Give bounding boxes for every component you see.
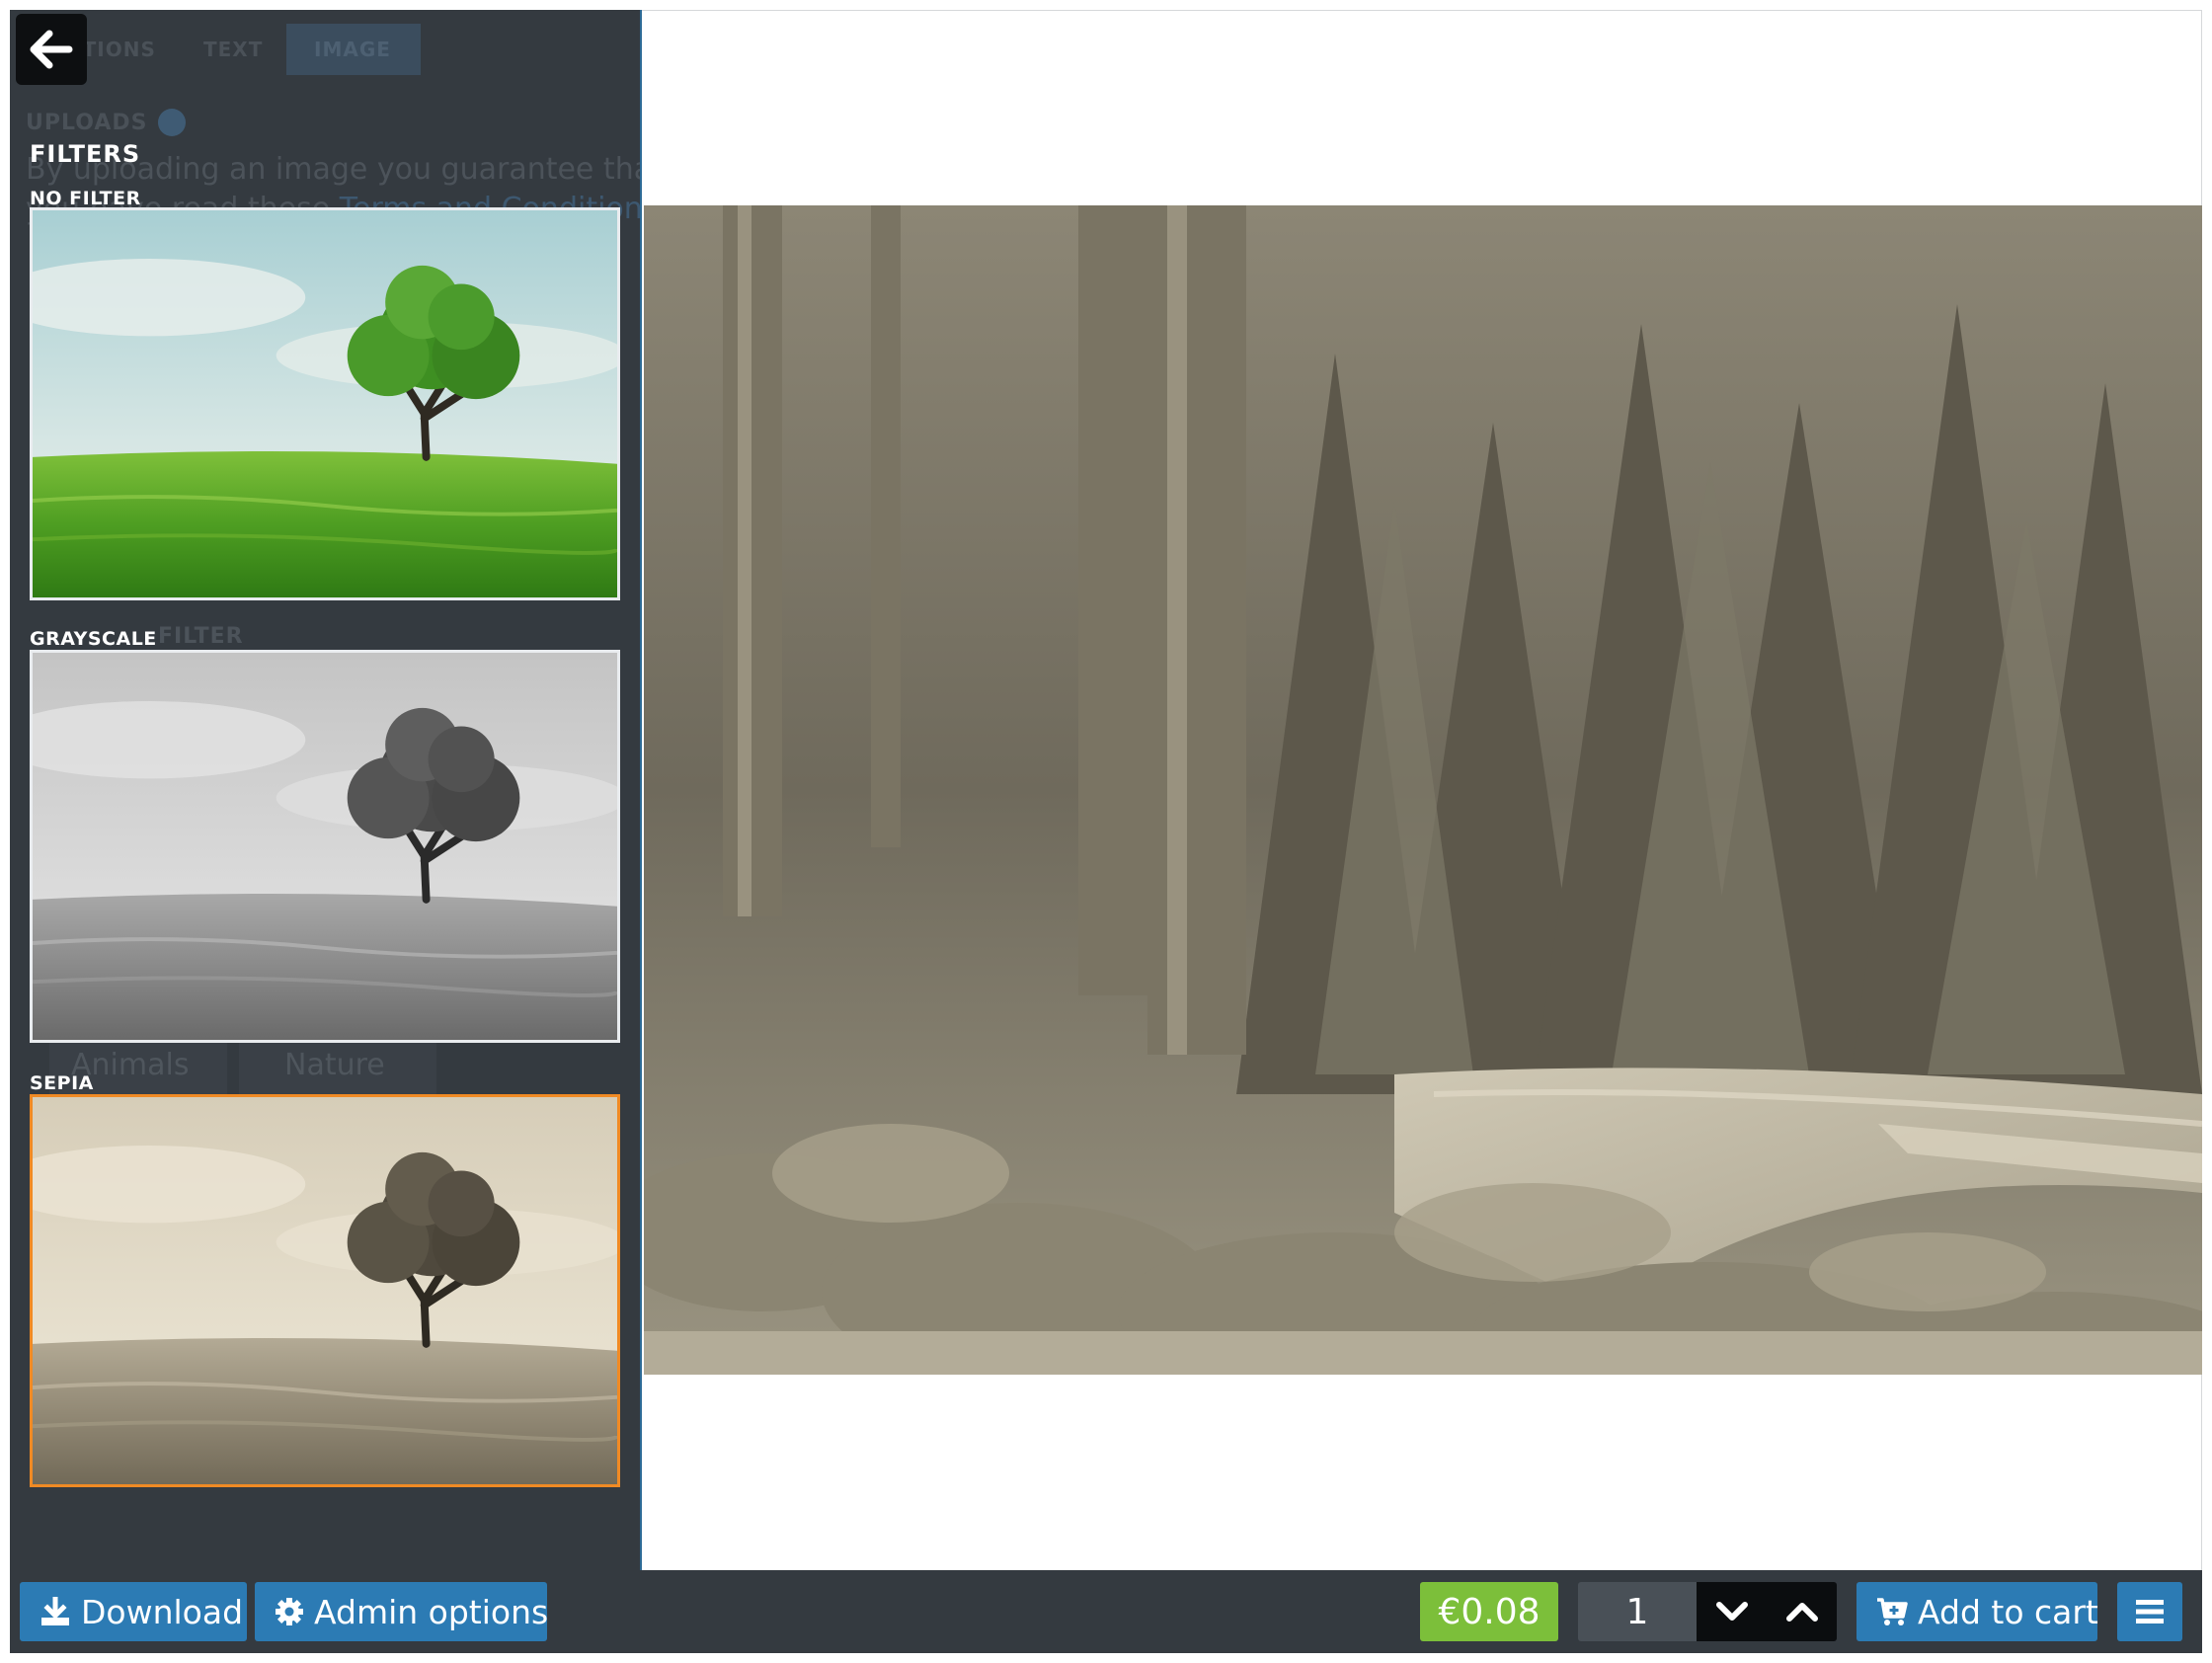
tree-thumbnail-grayscale: [33, 653, 617, 1040]
background-uploads-heading: UPLOADS: [26, 111, 148, 135]
filters-panel: OPTIONS TEXT IMAGE UPLOADS By uploading …: [10, 10, 642, 1570]
filter-label-no-filter: NO FILTER: [30, 188, 141, 209]
hamburger-menu-icon: [2136, 1600, 2164, 1623]
add-to-cart-label: Add to cart: [1918, 1592, 2098, 1631]
download-button[interactable]: Download: [20, 1582, 247, 1641]
filters-title: FILTERS: [30, 140, 141, 168]
bottom-toolbar: Download Admin options €0.08 1 Add to ca…: [10, 1570, 2202, 1653]
tree-thumbnail-color: [33, 210, 617, 597]
menu-button[interactable]: [2117, 1582, 2182, 1641]
add-to-cart-button[interactable]: Add to cart: [1856, 1582, 2098, 1641]
cart-plus-icon: [1876, 1597, 1908, 1626]
help-icon: [158, 109, 186, 136]
background-tab-image: IMAGE: [286, 24, 421, 75]
canvas-image-sepia-forest[interactable]: [644, 205, 2202, 1375]
gear-icon: [275, 1597, 304, 1626]
background-filter-heading: FILTER: [158, 624, 244, 649]
filter-label-grayscale: GRAYSCALE: [30, 628, 157, 650]
background-category-nature: Nature: [239, 1037, 436, 1094]
arrow-left-icon: [30, 30, 73, 69]
admin-options-button[interactable]: Admin options: [255, 1582, 549, 1641]
filter-option-grayscale[interactable]: [30, 650, 620, 1043]
forest-river-image: [644, 205, 2202, 1375]
chevron-down-icon: [1715, 1602, 1748, 1621]
background-tabs: OPTIONS TEXT IMAGE: [10, 24, 640, 75]
quantity-input[interactable]: 1: [1578, 1582, 1697, 1641]
tree-thumbnail-sepia: [33, 1097, 617, 1484]
decrease-quantity-button[interactable]: [1697, 1582, 1767, 1641]
filter-option-no-filter[interactable]: [30, 207, 620, 600]
price-badge: €0.08: [1420, 1582, 1558, 1641]
background-tab-text: TEXT: [203, 38, 264, 61]
download-icon: [40, 1597, 71, 1626]
increase-quantity-button[interactable]: [1767, 1582, 1837, 1641]
back-button[interactable]: [16, 14, 87, 85]
chevron-up-icon: [1785, 1603, 1818, 1622]
download-label: Download: [81, 1592, 244, 1631]
admin-options-label: Admin options: [314, 1592, 549, 1631]
quantity-stepper: [1697, 1582, 1837, 1641]
filter-label-sepia: SEPIA: [30, 1072, 94, 1094]
filter-option-sepia[interactable]: [30, 1094, 620, 1487]
